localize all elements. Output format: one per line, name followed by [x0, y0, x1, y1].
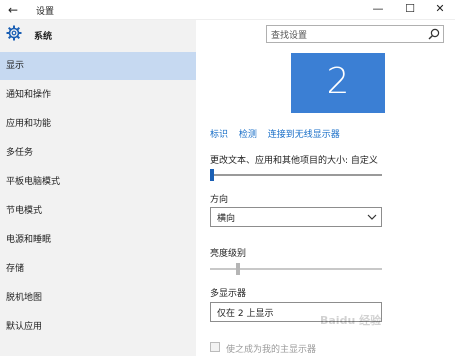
orientation-select[interactable]: 横向 — [210, 207, 382, 227]
sidebar-item-tablet-mode[interactable]: 平板电脑模式 — [0, 168, 196, 196]
sidebar-item-storage[interactable]: 存储 — [0, 255, 196, 283]
sidebar-item-battery-saver[interactable]: 节电模式 — [0, 197, 196, 225]
chevron-down-icon — [367, 214, 377, 220]
multi-display-label: 多显示器 — [210, 289, 247, 299]
detect-link[interactable]: 检测 — [239, 130, 257, 140]
identify-link[interactable]: 标识 — [210, 130, 228, 140]
watermark: Baidu 经验 — [320, 314, 382, 327]
minimize-button[interactable]: — — [370, 2, 386, 16]
sidebar-item-display[interactable]: 显示 — [0, 52, 196, 80]
sidebar-item-apps-features[interactable]: 应用和功能 — [0, 110, 196, 138]
connect-wireless-link[interactable]: 连接到无线显示器 — [268, 130, 340, 140]
gear-icon — [6, 25, 22, 41]
make-main-display-checkbox[interactable] — [210, 342, 220, 352]
sidebar-item-default-apps[interactable]: 默认应用 — [0, 313, 196, 341]
orientation-label: 方向 — [210, 195, 229, 205]
title-bar: ← 设置 — ☐ ✕ — [0, 0, 455, 20]
orientation-value: 横向 — [217, 214, 236, 224]
sidebar-item-offline-maps[interactable]: 脱机地图 — [0, 284, 196, 312]
scale-slider-track[interactable] — [210, 174, 382, 176]
back-arrow-icon[interactable]: ← — [8, 3, 18, 17]
scale-label: 更改文本、应用和其他项目的大小: 自定义 — [210, 156, 378, 166]
sidebar-brand: 系统 — [0, 20, 196, 50]
maximize-button[interactable]: ☐ — [402, 2, 418, 16]
sidebar-item-notifications[interactable]: 通知和操作 — [0, 81, 196, 109]
brightness-label: 亮度级别 — [210, 249, 247, 259]
search-input[interactable]: 查找设置 — [266, 25, 444, 43]
brightness-slider-thumb[interactable] — [236, 263, 240, 275]
close-button[interactable]: ✕ — [432, 2, 448, 16]
search-icon[interactable] — [428, 28, 440, 40]
sidebar-item-multitasking[interactable]: 多任务 — [0, 139, 196, 167]
make-main-display-label: 使之成为我的主显示器 — [226, 345, 317, 355]
main-panel: 查找设置 2 标识 检测 连接到无线显示器 更改文本、应用和其他项目的大小: 自… — [196, 20, 455, 356]
sidebar: 系统 显示 通知和操作 应用和功能 多任务 平板电脑模式 节电模式 电源和睡眠 … — [0, 20, 196, 356]
multi-display-value: 仅在 2 上显示 — [217, 309, 274, 319]
search-placeholder: 查找设置 — [271, 31, 308, 41]
window-title: 设置 — [36, 7, 55, 17]
display-links: 标识 检测 连接到无线显示器 — [210, 127, 348, 140]
sidebar-brand-label: 系统 — [34, 32, 53, 42]
monitor-tile[interactable]: 2 — [291, 53, 385, 113]
sidebar-item-power-sleep[interactable]: 电源和睡眠 — [0, 226, 196, 254]
scale-slider-thumb[interactable] — [210, 169, 214, 181]
